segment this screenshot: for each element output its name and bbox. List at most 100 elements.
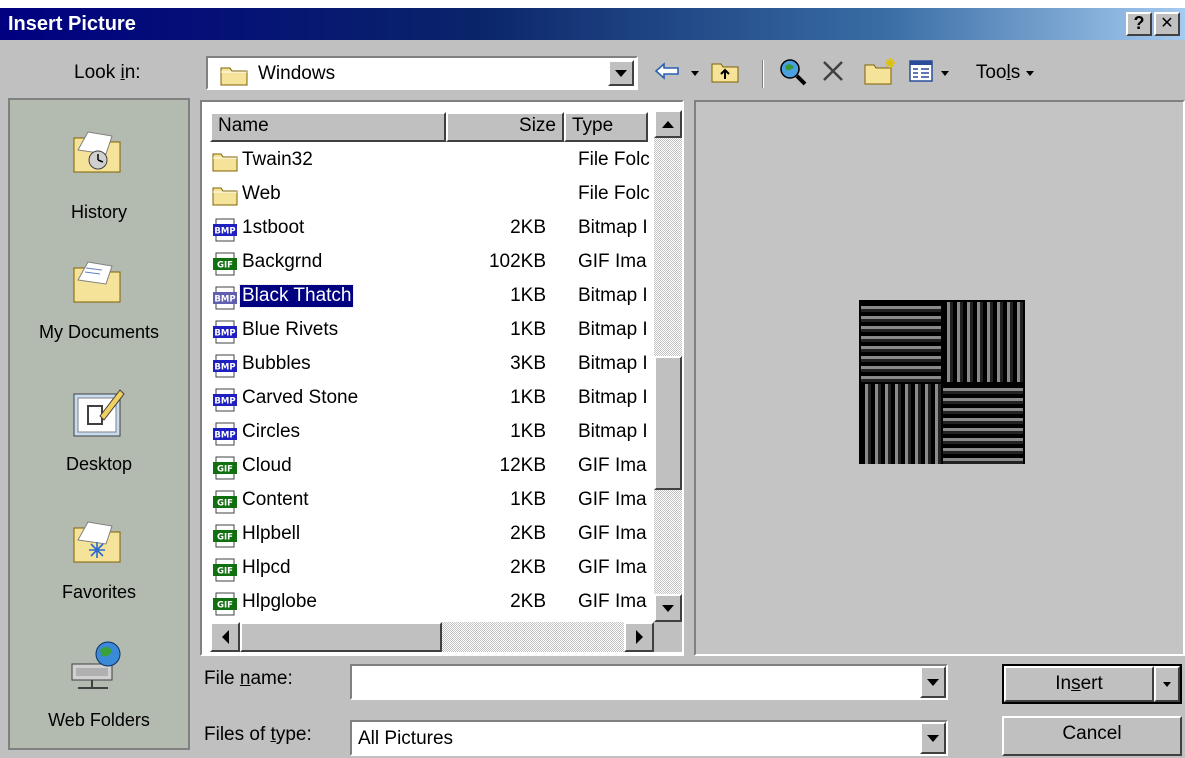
- views-icon: [909, 59, 933, 87]
- file-row[interactable]: BMP Carved Stone 1KB Bitmap I: [212, 382, 672, 416]
- file-row[interactable]: GIF Backgrnd 102KB GIF Ima: [212, 246, 672, 280]
- new-folder-button[interactable]: [862, 57, 900, 88]
- place-my-documents-label: My Documents: [38, 322, 160, 342]
- place-my-documents[interactable]: My Documents: [10, 240, 188, 360]
- insert-button[interactable]: Insert: [1004, 666, 1154, 702]
- file-name: Carved Stone: [242, 387, 359, 408]
- filename-label: File name:: [204, 668, 293, 689]
- place-desktop[interactable]: Desktop: [10, 370, 188, 490]
- file-list[interactable]: Name Size Type Twain32 File Folc Web File F…: [200, 100, 684, 656]
- preview-thumbnail: [859, 300, 1025, 464]
- arrow-right-icon: [635, 630, 643, 644]
- file-size: 2KB: [510, 591, 546, 612]
- up-one-level-button[interactable]: [708, 58, 742, 88]
- delete-icon: [821, 59, 845, 88]
- column-header-name[interactable]: Name: [210, 112, 446, 142]
- file-type: GIF Ima: [578, 489, 647, 510]
- insert-options-button[interactable]: [1154, 666, 1180, 702]
- help-button[interactable]: ?: [1126, 12, 1152, 36]
- thatch-quadrant: [943, 384, 1023, 464]
- search-web-button[interactable]: [774, 58, 810, 88]
- file-size: 12KB: [499, 455, 546, 476]
- preview-pane: [694, 100, 1185, 656]
- file-row[interactable]: BMP Black Thatch 1KB Bitmap I: [212, 280, 672, 314]
- web-folders-icon: [68, 640, 126, 697]
- close-button[interactable]: ✕: [1154, 12, 1180, 36]
- views-dropdown[interactable]: [938, 58, 952, 88]
- file-name: Hlpbell: [242, 523, 301, 544]
- vertical-scrollbar[interactable]: [654, 110, 682, 622]
- views-button[interactable]: [906, 58, 936, 88]
- svg-text:GIF: GIF: [217, 567, 233, 577]
- back-dropdown[interactable]: [688, 58, 702, 88]
- place-history[interactable]: History: [10, 110, 188, 230]
- file-row[interactable]: BMP Bubbles 3KB Bitmap I: [212, 348, 672, 382]
- column-header-type[interactable]: Type: [564, 112, 648, 142]
- folder-icon: [212, 150, 238, 178]
- lookin-combo[interactable]: Windows: [206, 56, 638, 90]
- file-type: Bitmap I: [578, 217, 648, 238]
- vertical-scroll-thumb[interactable]: [654, 356, 682, 490]
- file-row[interactable]: GIF Hlpcd 2KB GIF Ima: [212, 552, 672, 586]
- svg-text:BMP: BMP: [214, 397, 235, 407]
- tools-menu-button[interactable]: Tools: [954, 58, 1056, 88]
- file-size: 2KB: [510, 217, 546, 238]
- file-row[interactable]: BMP 1stboot 2KB Bitmap I: [212, 212, 672, 246]
- file-row[interactable]: BMP Circles 1KB Bitmap I: [212, 416, 672, 450]
- back-arrow-icon: [654, 61, 680, 86]
- file-name: Bubbles: [242, 353, 311, 374]
- file-type: File Folc: [578, 183, 650, 204]
- small-chevron-down-icon: [691, 70, 699, 76]
- toolbar-separator: [762, 60, 764, 88]
- filetype-select[interactable]: All Pictures: [350, 720, 948, 756]
- file-name: Content: [242, 489, 309, 510]
- lookin-dropdown-button[interactable]: [608, 60, 634, 86]
- file-row[interactable]: Twain32 File Folc: [212, 144, 672, 178]
- file-row[interactable]: GIF Hlpbell 2KB GIF Ima: [212, 518, 672, 552]
- cancel-button[interactable]: Cancel: [1002, 716, 1182, 756]
- file-type: Bitmap I: [578, 285, 648, 306]
- filename-dropdown-button[interactable]: [920, 666, 946, 698]
- tools-label: Tools: [975, 62, 1021, 83]
- gif-file-icon: GIF: [212, 558, 238, 588]
- file-name: Web: [242, 183, 281, 204]
- filename-field[interactable]: [350, 664, 948, 700]
- file-row[interactable]: Web File Folc: [212, 178, 672, 212]
- file-row[interactable]: BMP Blue Rivets 1KB Bitmap I: [212, 314, 672, 348]
- insert-button-group: Insert: [1002, 664, 1182, 704]
- gif-file-icon: GIF: [212, 592, 238, 622]
- file-size: 1KB: [510, 285, 546, 306]
- chevron-down-icon: [615, 69, 627, 77]
- scroll-right-button[interactable]: [624, 622, 654, 652]
- file-type: GIF Ima: [578, 523, 647, 544]
- title-bar[interactable]: Insert Picture ? ✕: [0, 8, 1185, 40]
- scroll-left-button[interactable]: [210, 622, 240, 652]
- horizontal-scrollbar[interactable]: [210, 622, 654, 652]
- lookin-label: Look in:: [74, 62, 141, 83]
- arrow-up-icon: [662, 120, 674, 128]
- place-web-folders[interactable]: Web Folders: [10, 630, 188, 746]
- file-type: GIF Ima: [578, 455, 647, 476]
- back-button[interactable]: [650, 58, 684, 88]
- file-row[interactable]: GIF Cloud 12KB GIF Ima: [212, 450, 672, 484]
- small-chevron-down-icon: [1163, 681, 1171, 687]
- svg-text:GIF: GIF: [217, 533, 233, 543]
- bmp-file-icon: BMP: [212, 354, 238, 384]
- horizontal-scroll-thumb[interactable]: [240, 622, 442, 652]
- filetype-dropdown-button[interactable]: [920, 722, 946, 754]
- scroll-up-button[interactable]: [654, 110, 682, 138]
- file-size: 1KB: [510, 489, 546, 510]
- my-documents-icon: [72, 258, 124, 309]
- file-row[interactable]: GIF Content 1KB GIF Ima: [212, 484, 672, 518]
- place-favorites[interactable]: Favorites: [10, 500, 188, 620]
- file-type: GIF Ima: [578, 557, 647, 578]
- file-type: Bitmap I: [578, 387, 648, 408]
- delete-button[interactable]: [816, 58, 850, 88]
- file-row[interactable]: GIF Hlpglobe 2KB GIF Ima: [212, 586, 672, 620]
- place-history-label: History: [70, 202, 127, 222]
- places-bar: History My Documents Desktop Favorites W…: [8, 98, 190, 750]
- column-header-size[interactable]: Size: [446, 112, 564, 142]
- file-name: Circles: [242, 421, 301, 442]
- scroll-down-button[interactable]: [654, 594, 682, 622]
- file-type: Bitmap I: [578, 353, 648, 374]
